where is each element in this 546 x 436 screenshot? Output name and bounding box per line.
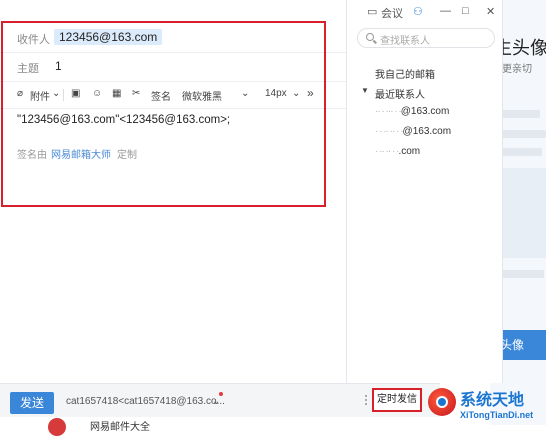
- recent-contact-item[interactable]: · ·· ·· · ·.com: [375, 146, 420, 157]
- watermark-en: XiTongTianDi.net: [460, 410, 534, 420]
- compose-action-bar: 发送 cat1657418<cat1657418@163.co... ⌄ 定时发…: [0, 383, 440, 418]
- background-line: [500, 130, 546, 138]
- annotation-highlight-box: [1, 21, 326, 207]
- search-icon: [366, 33, 374, 41]
- close-icon[interactable]: ✕: [486, 5, 495, 18]
- watermark-cn: 系统天地: [460, 390, 525, 409]
- contacts-icon[interactable]: ⚇: [413, 5, 423, 18]
- chevron-down-icon[interactable]: ⌄: [212, 396, 220, 407]
- scheduled-send-button[interactable]: 定时发信: [372, 388, 422, 412]
- background-card: [498, 168, 546, 258]
- recent-contact-item[interactable]: ·· · ··· · ·@163.com: [375, 106, 449, 117]
- toolbar-divider: [365, 395, 369, 405]
- my-mailbox-item[interactable]: 我自己的邮箱: [375, 66, 435, 81]
- recent-contacts-header[interactable]: 最近联系人: [375, 86, 425, 101]
- sender-account-select[interactable]: cat1657418<cat1657418@163.co...: [66, 396, 225, 407]
- maximize-icon[interactable]: □: [462, 5, 469, 17]
- background-subtext: 更亲切: [502, 64, 532, 75]
- minimize-icon[interactable]: —: [440, 5, 451, 17]
- meeting-button[interactable]: 会议: [381, 5, 403, 21]
- chevron-down-icon[interactable]: ▼: [361, 86, 369, 95]
- app-logo-icon: [48, 418, 66, 436]
- background-strip-text: 网易邮件大全: [90, 422, 150, 433]
- notification-dot: [219, 392, 223, 396]
- background-line: [500, 110, 540, 118]
- contact-search-input[interactable]: 查找联系人: [357, 28, 495, 48]
- send-button[interactable]: 发送: [10, 392, 54, 414]
- background-line: [500, 148, 542, 156]
- site-watermark: 系统天地 XiTongTianDi.net: [428, 386, 546, 425]
- search-placeholder: 查找联系人: [380, 36, 430, 47]
- calendar-icon[interactable]: ▭: [367, 5, 377, 18]
- watermark-logo-icon: [428, 388, 456, 416]
- background-strip: [0, 417, 440, 425]
- background-line: [500, 270, 544, 278]
- recent-contact-item[interactable]: · · ·· ·· · ·@163.com: [375, 126, 451, 137]
- contacts-panel: ▭ 会议 ⚇ — □ ✕ 查找联系人 我自己的邮箱 ▼ 最近联系人 ·· · ·…: [347, 0, 503, 383]
